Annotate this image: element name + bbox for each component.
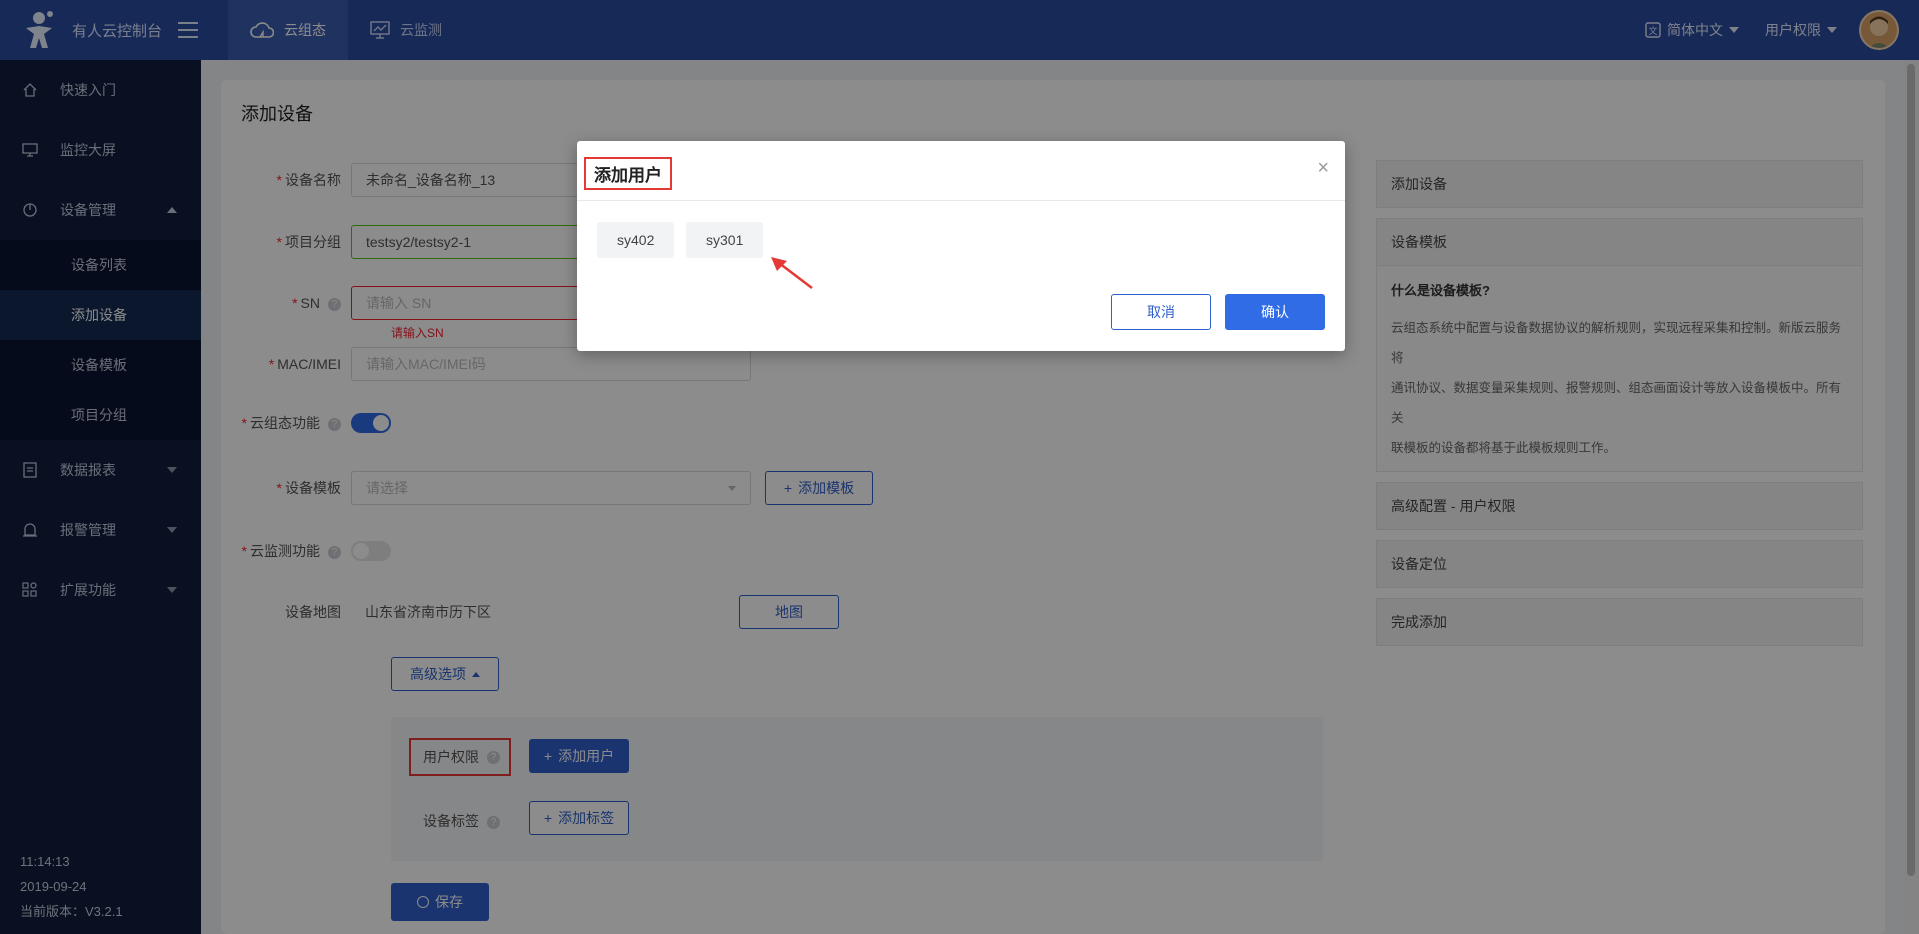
user-chip-sy402[interactable]: sy402 xyxy=(597,222,675,258)
modal-title: 添加用户 xyxy=(584,157,672,190)
arrow-annotation-icon xyxy=(771,257,813,289)
close-icon[interactable]: × xyxy=(1317,157,1329,180)
add-user-modal: 添加用户 × sy402 sy301 取消 确认 xyxy=(577,141,1345,351)
user-chip-sy301[interactable]: sy301 xyxy=(686,222,764,258)
cancel-button[interactable]: 取消 xyxy=(1111,294,1211,330)
modal-header: 添加用户 × xyxy=(577,141,1345,201)
confirm-button[interactable]: 确认 xyxy=(1225,294,1325,330)
